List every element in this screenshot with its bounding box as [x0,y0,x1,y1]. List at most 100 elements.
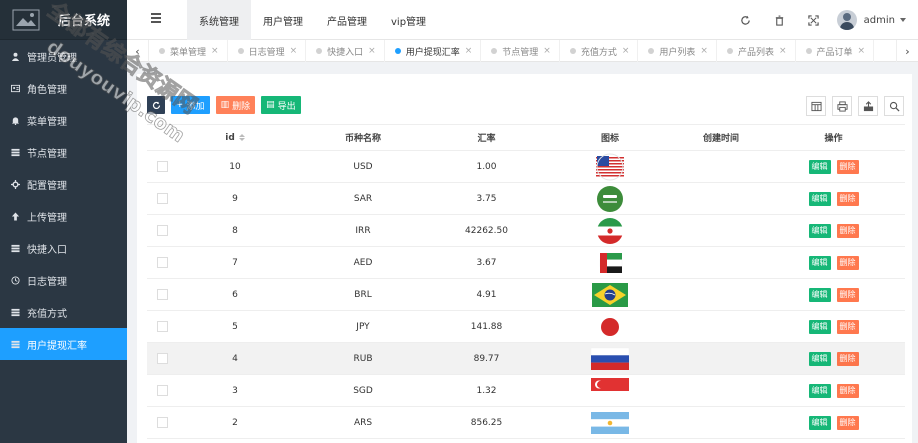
export-button[interactable]: ▤ 导出 [261,96,301,114]
flag-ru-icon [591,347,629,370]
top-nav-item-0[interactable]: 系统管理 [187,0,251,40]
search-icon[interactable] [884,96,904,116]
row-checkbox[interactable] [156,321,168,332]
row-checkbox[interactable] [156,289,168,300]
user-icon [10,51,20,61]
tab-dot-icon [316,48,323,54]
row-checkbox[interactable] [156,225,168,236]
columns-filter-icon[interactable] [806,96,826,116]
edit-button[interactable]: 编辑 [808,287,831,302]
edit-button[interactable]: 编辑 [808,159,831,174]
edit-button[interactable]: 编辑 [808,255,831,270]
chevron-down-icon[interactable] [900,18,906,22]
close-icon[interactable]: × [465,46,473,56]
refresh-icon[interactable] [729,0,763,40]
row-checkbox[interactable] [156,417,168,428]
cell-op: 编辑 删除 [762,279,905,310]
row-delete-button[interactable]: 删除 [836,351,859,366]
cell-op: 编辑 删除 [762,407,905,438]
row-delete-button[interactable]: 删除 [836,383,859,398]
close-icon[interactable]: × [368,46,376,56]
row-delete-button[interactable]: 删除 [836,255,859,270]
cell-name: ARS [353,417,373,428]
cell-id: 4 [232,353,238,364]
cell-id: 9 [232,193,238,204]
row-checkbox[interactable] [156,161,168,172]
cell-name: RUB [353,353,373,364]
page-tab-label: 用户提现汇率 [405,47,460,58]
sidebar-item-9[interactable]: 用户提现汇率 [0,328,127,360]
export-icon[interactable] [858,96,878,116]
row-checkbox[interactable] [156,257,168,268]
sidebar-item-5[interactable]: 上传管理 [0,200,127,232]
column-header-rate: 汇率 [477,134,496,144]
sidebar-item-4[interactable]: 配置管理 [0,168,127,200]
print-icon[interactable] [832,96,852,116]
edit-button[interactable]: 编辑 [808,319,831,334]
sort-icon[interactable] [238,134,245,141]
sidebar-item-2[interactable]: 菜单管理 [0,104,127,136]
row-delete-button[interactable]: 删除 [836,319,859,334]
close-icon[interactable]: × [858,46,866,56]
close-icon[interactable]: × [211,46,219,56]
row-checkbox-cell [147,343,177,374]
column-header-id[interactable]: id [177,125,293,150]
edit-button[interactable]: 编辑 [808,415,831,430]
fullscreen-icon[interactable] [797,0,831,40]
page-tab-6[interactable]: 用户列表 × [638,40,717,62]
avatar[interactable] [836,10,857,30]
clock-icon [10,275,20,285]
column-header-time: 创建时间 [702,134,739,144]
close-icon[interactable]: × [543,46,551,56]
edit-button[interactable]: 编辑 [808,223,831,238]
edit-button[interactable]: 编辑 [808,191,831,206]
page-tab-4[interactable]: 节点管理 × [481,40,560,62]
cell-icon [540,311,680,342]
row-delete-button[interactable]: 删除 [836,223,859,238]
close-icon[interactable]: × [779,46,787,56]
cell-name: SGD [353,385,373,396]
sidebar-item-label: 充值方式 [27,308,67,320]
sidebar-item-0[interactable]: 管理员管理 [0,40,127,72]
page-tab-3[interactable]: 用户提现汇率 × [385,40,482,62]
close-icon[interactable]: × [290,46,298,56]
add-button[interactable]: + 添加 [171,96,210,114]
sidebar-item-6[interactable]: 快捷入口 [0,232,127,264]
user-name[interactable]: admin [864,15,895,26]
delete-button[interactable]: ▥ 删除 [215,96,256,114]
close-icon[interactable]: × [622,46,630,56]
tabs-scroll-right-icon[interactable]: › [896,40,918,62]
top-nav-item-2[interactable]: 产品管理 [315,0,379,40]
refresh-button[interactable] [147,96,165,114]
page-tab-2[interactable]: 快捷入口 × [306,40,385,62]
row-checkbox[interactable] [156,193,168,204]
row-delete-button[interactable]: 删除 [836,287,859,302]
top-nav-item-1[interactable]: 用户管理 [251,0,315,40]
logo-icon [12,9,44,31]
sidebar-item-1[interactable]: 角色管理 [0,72,127,104]
table-row: 3 SGD 1.32 编辑 删除 [147,375,905,407]
row-checkbox[interactable] [156,385,168,396]
cell-id: 5 [232,321,238,332]
sidebar-item-8[interactable]: 充值方式 [0,296,127,328]
menu-toggle-icon[interactable] [151,13,165,25]
tabs-scroll-left-icon[interactable]: ‹ [127,40,149,62]
page-tab-0[interactable]: 菜单管理 × [149,40,228,62]
sidebar-item-3[interactable]: 节点管理 [0,136,127,168]
page-tab-8[interactable]: 产品订单 × [796,40,875,62]
page-tab-7[interactable]: 产品列表 × [717,40,796,62]
edit-button[interactable]: 编辑 [808,351,831,366]
row-delete-button[interactable]: 删除 [836,415,859,430]
cell-name: IRR [355,225,371,236]
trash-icon[interactable] [763,0,797,40]
top-nav-item-3[interactable]: vip管理 [379,0,438,40]
plus-icon: + [176,100,184,110]
row-delete-button[interactable]: 删除 [836,159,859,174]
row-checkbox[interactable] [156,353,168,364]
edit-button[interactable]: 编辑 [808,383,831,398]
page-tab-1[interactable]: 日志管理 × [228,40,307,62]
row-delete-button[interactable]: 删除 [836,191,859,206]
page-tab-5[interactable]: 充值方式 × [560,40,639,62]
close-icon[interactable]: × [700,46,708,56]
sidebar-item-7[interactable]: 日志管理 [0,264,127,296]
